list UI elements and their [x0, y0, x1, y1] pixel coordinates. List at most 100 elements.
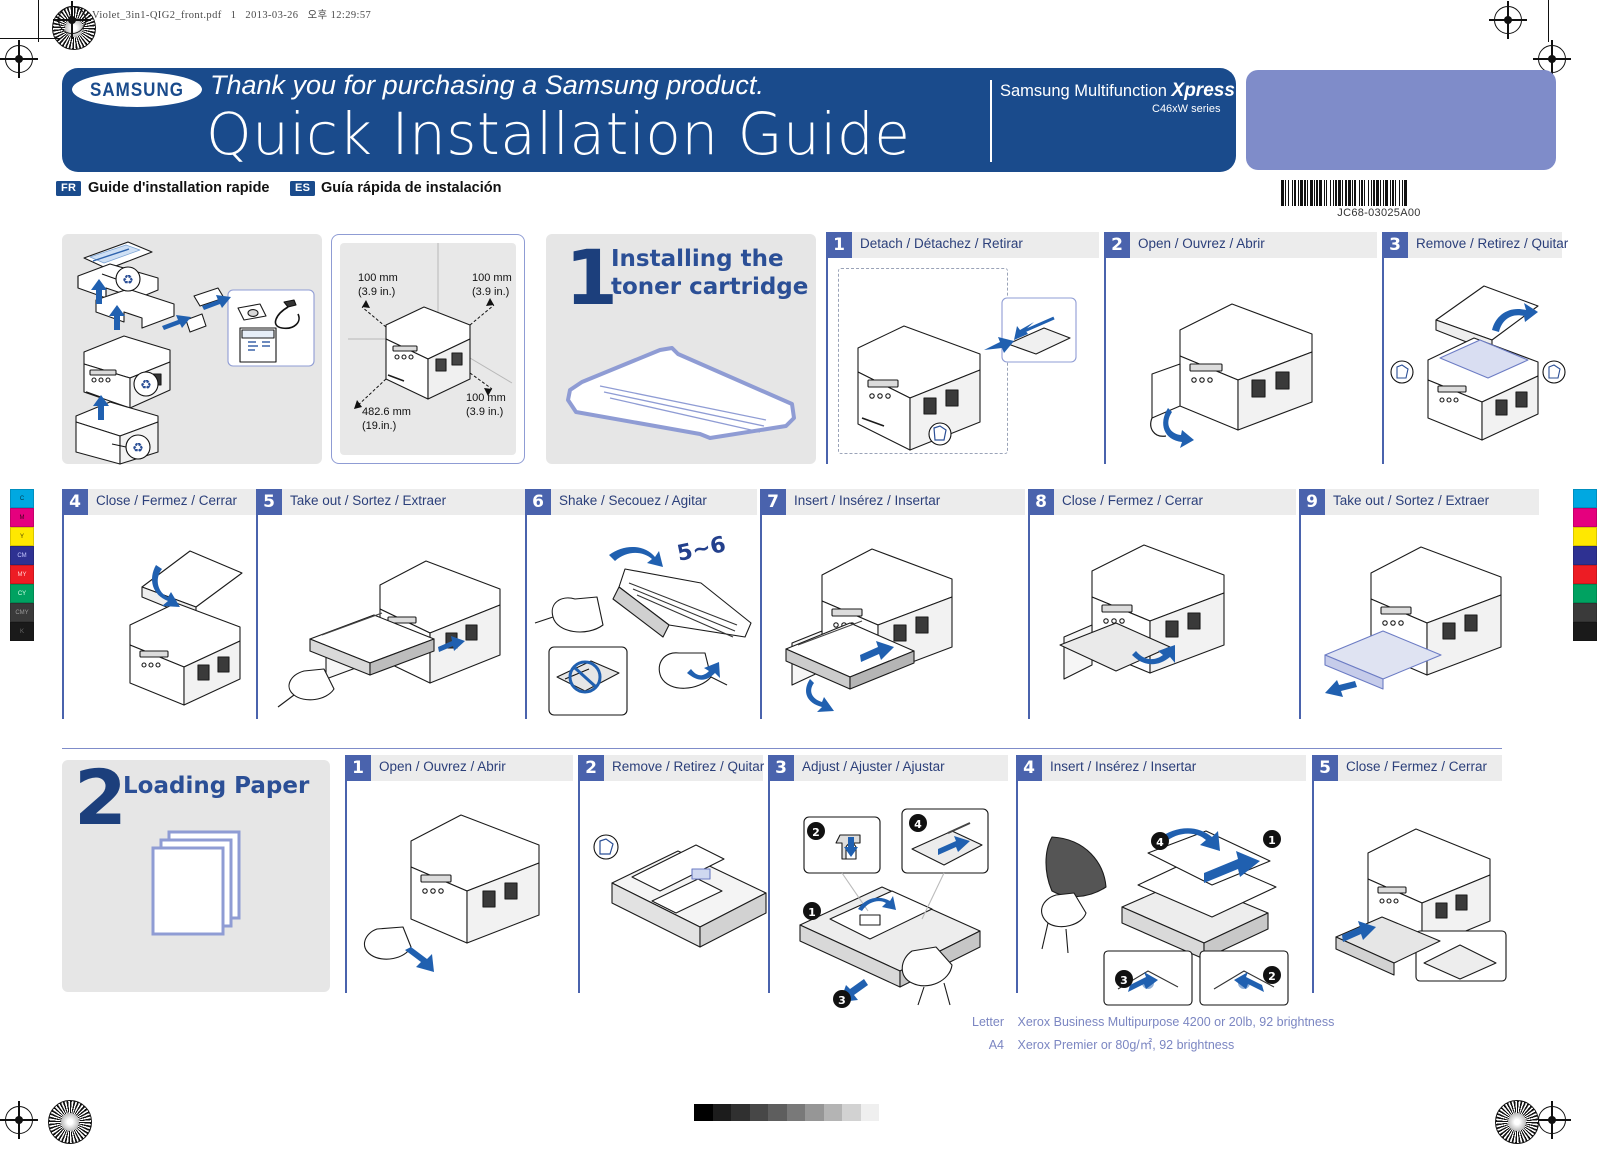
step-number-badge: 2 — [1104, 232, 1130, 258]
step-1-9-illustration — [1313, 529, 1543, 709]
step-rule — [768, 781, 770, 993]
step-1-6: 6 Shake / Secouez / Agitar 5~6 — [525, 489, 757, 719]
step-number-badge: 5 — [256, 489, 282, 515]
model-series: C46xW series — [1152, 103, 1221, 115]
step-1-4: 4 Close / Fermez / Cerrar — [62, 489, 262, 719]
clearance-bottom-right-label: 100 mm (3.9 in.) — [466, 392, 506, 418]
step-2-4-illustration: 4 1 3 2 — [1026, 803, 1311, 1006]
gray-swatch — [712, 1104, 731, 1121]
crosshair-registration-mark-top-right — [1489, 1, 1527, 39]
step-title: Shake / Secouez / Agitar — [559, 493, 707, 508]
svg-text:♻: ♻ — [122, 273, 134, 288]
step-title: Adjust / Ajuster / Ajustar — [802, 759, 945, 774]
step-rule — [1312, 781, 1314, 993]
step-2-2: 2 Remove / Retirez / Quitar — [578, 755, 767, 993]
step-1-7: 7 Insert / Insérez / Insertar — [760, 489, 1025, 719]
banner-divider — [990, 80, 992, 162]
color-swatch-c: C — [10, 489, 34, 508]
gray-swatch — [768, 1104, 787, 1121]
color-swatch-c — [1573, 489, 1597, 508]
step-number-badge: 1 — [826, 232, 852, 258]
model-prefix: Samsung Multifunction — [1000, 82, 1172, 100]
step-number-badge: 5 — [1312, 755, 1338, 781]
section-2-number: 2 — [74, 753, 127, 842]
crosshair-registration-mark-mid-left — [0, 40, 38, 78]
color-registration-bar-right — [1573, 489, 1597, 641]
crosshair-registration-mark-top-left — [53, 1, 91, 39]
paper-spec-a4-size: A4 — [988, 1038, 1004, 1052]
step-1-2: 2 Open / Ouvrez / Abrir — [1104, 232, 1377, 464]
model-brand: Xpress — [1171, 80, 1235, 101]
clearance-top-left-label: 100 mm (3.9 in.) — [358, 272, 398, 298]
step-number-badge: 4 — [1016, 755, 1042, 781]
step-title: Remove / Retirez / Quitar — [612, 759, 765, 774]
slug-line: Violet_3in1-QIG2_front.pdf 1 2013-03-26 … — [92, 10, 372, 21]
color-swatch-k: K — [10, 622, 34, 641]
lang-label-es: Guía rápida de instalación — [321, 180, 502, 196]
color-swatch-cmy — [1573, 603, 1597, 622]
svg-text:2: 2 — [812, 826, 820, 839]
step-2-2-illustration — [588, 817, 778, 982]
step-title: Open / Ouvrez / Abrir — [379, 759, 506, 774]
section-1-number: 1 — [565, 233, 618, 322]
lang-tag-es: ES — [290, 181, 316, 196]
step-title: Detach / Détachez / Retirar — [860, 236, 1023, 251]
toner-cartridge-illustration — [560, 338, 800, 448]
barcode — [1281, 180, 1477, 206]
step-1-5-illustration — [270, 535, 530, 715]
paper-spec-a4-desc: Xerox Premier or 80g/㎡, 92 brightness — [1017, 1038, 1235, 1052]
paper-stack-illustration — [145, 828, 255, 948]
step-rule — [826, 258, 828, 464]
step-number-badge: 9 — [1299, 489, 1325, 515]
samsung-logo: SAMSUNG — [72, 72, 202, 107]
step-title: Insert / Insérez / Insertar — [1050, 759, 1197, 774]
color-swatch-y — [1573, 527, 1597, 546]
star-registration-mark-bottom-left — [48, 1100, 92, 1144]
step-title: Open / Ouvrez / Abrir — [1138, 236, 1265, 251]
lang-label-fr: Guide d'installation rapide — [88, 180, 270, 196]
step-number-badge: 1 — [345, 755, 371, 781]
step-rule — [1104, 258, 1106, 464]
paper-spec-a4: A4 Xerox Premier or 80g/㎡, 92 brightness — [960, 1034, 1235, 1053]
step-1-4-illustration — [82, 529, 272, 714]
step-1-8: 8 Close / Fermez / Cerrar — [1028, 489, 1296, 719]
step-title: Take out / Sortez / Extraer — [290, 493, 447, 508]
model-name: Samsung Multifunction Xpress — [1000, 80, 1235, 102]
color-swatch-m: M — [10, 508, 34, 527]
tagline: Thank you for purchasing a Samsung produ… — [210, 70, 764, 100]
section-2-label: Loading Paper — [123, 773, 310, 799]
paper-spec-letter-size: Letter — [972, 1015, 1004, 1029]
crosshair-registration-mark-bottom-left — [0, 1101, 38, 1139]
step-number-badge: 3 — [1382, 232, 1408, 258]
step-rule — [1028, 515, 1030, 719]
corner-rule-top-right-vertical — [1548, 0, 1550, 42]
barcode-label: JC68-03025A00 — [1337, 207, 1421, 219]
step-1-6-illustration — [531, 525, 761, 716]
step-title: Close / Fermez / Cerrar — [96, 493, 238, 508]
step-title: Take out / Sortez / Extraer — [1333, 493, 1490, 508]
step-rule — [1299, 515, 1301, 719]
step-rule — [578, 781, 580, 993]
step-2-4: 4 Insert / Insérez / Insertar 4 1 3 2 — [1016, 755, 1306, 1006]
svg-text:♻: ♻ — [140, 378, 152, 393]
gray-swatch — [842, 1104, 861, 1121]
step-1-1-illustration — [844, 292, 1094, 457]
step-1-9: 9 Take out / Sortez / Extraer — [1299, 489, 1539, 719]
step-title: Remove / Retirez / Quitar — [1416, 236, 1569, 251]
color-swatch-cm — [1573, 546, 1597, 565]
step-1-2-illustration — [1128, 278, 1368, 453]
step-number-badge: 7 — [760, 489, 786, 515]
gray-swatch — [731, 1104, 750, 1121]
clearance-top-right-label: 100 mm (3.9 in.) — [472, 272, 512, 298]
step-2-1-illustration — [359, 805, 574, 990]
svg-text:3: 3 — [838, 994, 846, 1007]
color-swatch-cy: CY — [10, 584, 34, 603]
color-swatch-my: MY — [10, 565, 34, 584]
section-divider — [62, 748, 1502, 750]
color-swatch-cm: CM — [10, 546, 34, 565]
step-title: Close / Fermez / Cerrar — [1062, 493, 1204, 508]
gray-swatch — [749, 1104, 768, 1121]
step-rule — [62, 515, 64, 719]
step-1-3-illustration — [1388, 272, 1568, 452]
color-swatch-cmy: CMY — [10, 603, 34, 622]
